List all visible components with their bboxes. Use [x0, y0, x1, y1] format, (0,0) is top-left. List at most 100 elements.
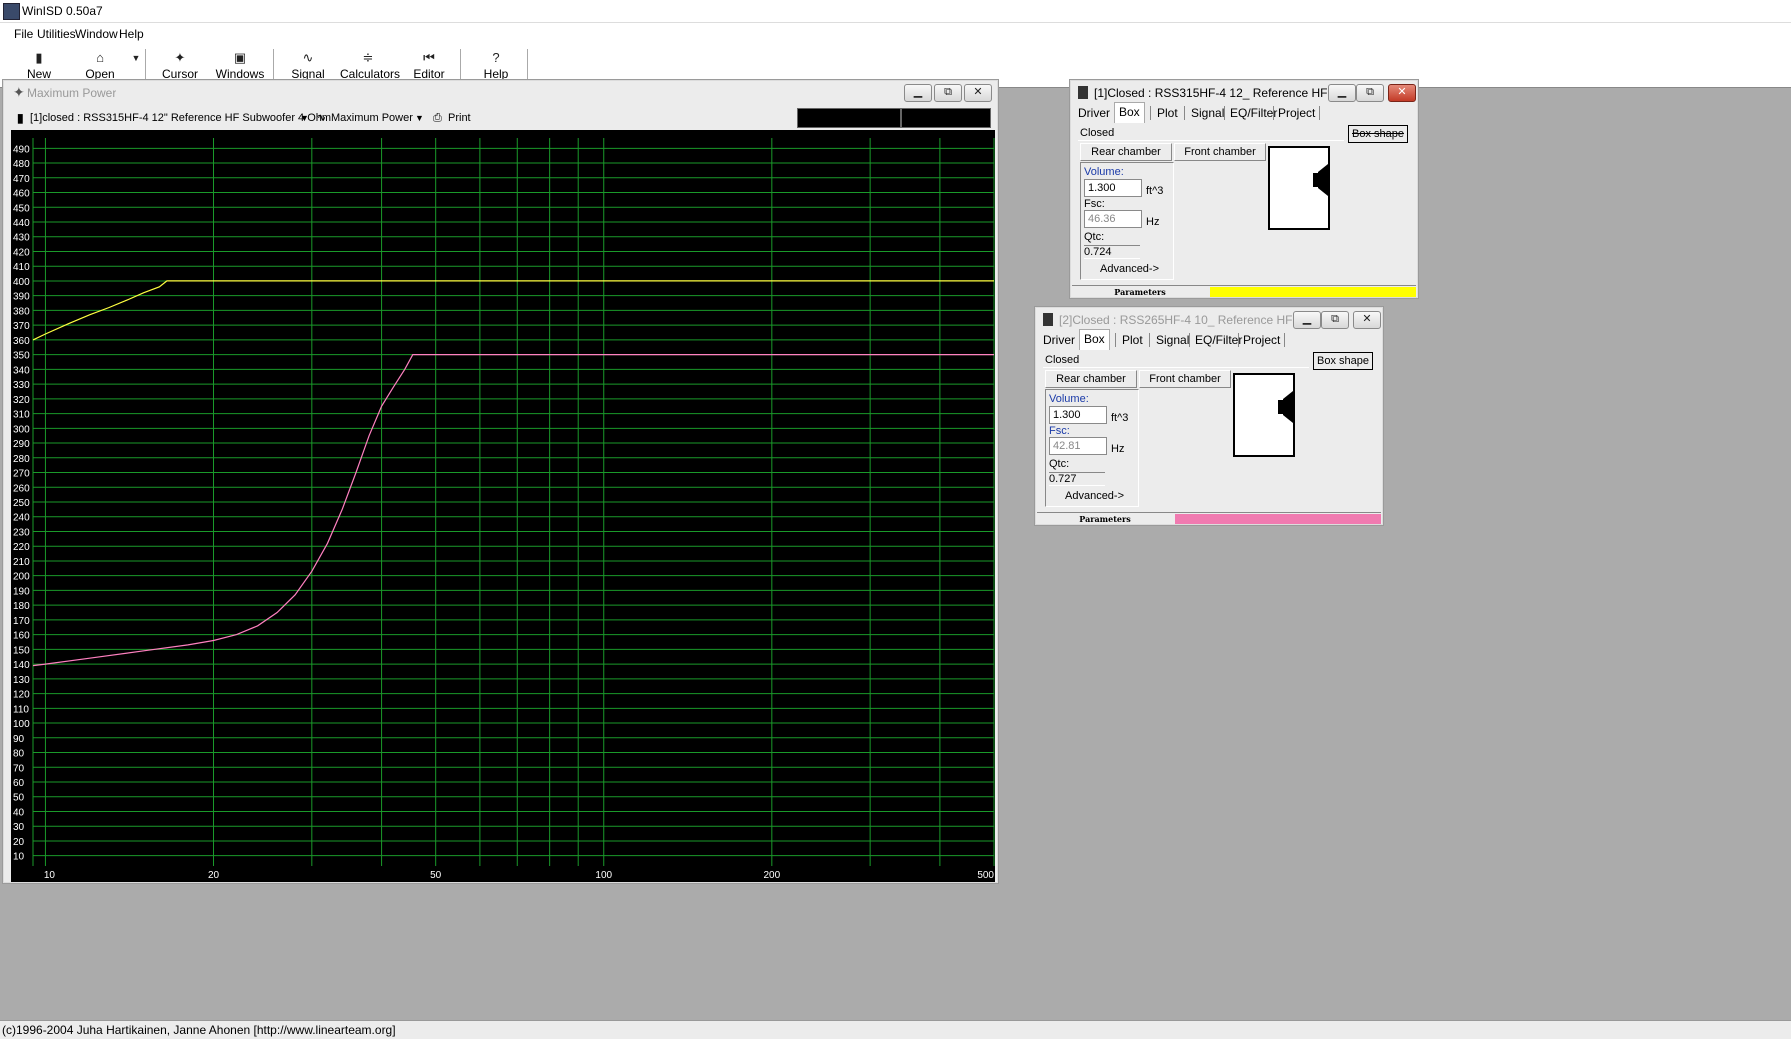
tab-box[interactable]: Box [1079, 329, 1110, 350]
box-type-label: Closed [1043, 353, 1309, 368]
box-window-1-title: [1]Closed : RSS315HF-4 12_ Reference HF … [1094, 86, 1330, 100]
minimize-button[interactable]: ▁ [904, 84, 932, 102]
y-tick-label: 240 [13, 513, 30, 524]
x-tick-label: 20 [208, 870, 220, 881]
project-color-bar [1175, 514, 1381, 524]
fsc-field: 46.36 [1084, 210, 1142, 228]
tab-project[interactable]: Project [1274, 104, 1319, 122]
tab-separator [1224, 106, 1225, 120]
y-tick-label: 120 [13, 690, 30, 701]
y-tick-label: 400 [13, 277, 30, 288]
tab-signal[interactable]: Signal [1152, 331, 1193, 349]
tab-plot[interactable]: Plot [1153, 104, 1182, 122]
tab-project[interactable]: Project [1239, 331, 1284, 349]
cursor-readout-y [901, 108, 991, 128]
window-status-bar: Parameters [1072, 285, 1416, 298]
rear-chamber-button[interactable]: Rear chamber [1080, 143, 1172, 161]
chevron-down-icon[interactable]: ▼ [300, 108, 309, 128]
tab-plot[interactable]: Plot [1118, 331, 1147, 349]
fsc-unit: Hz [1146, 216, 1160, 228]
y-tick-label: 220 [13, 542, 30, 553]
tab-driver[interactable]: Driver [1039, 331, 1079, 349]
volume-input[interactable]: 1.300 [1084, 179, 1142, 197]
menu-bar: File Utilities Window Help [0, 23, 1791, 45]
qtc-label: Qtc: [1084, 231, 1105, 243]
y-tick-label: 380 [13, 306, 30, 317]
y-tick-label: 290 [13, 439, 30, 450]
tab-signal[interactable]: Signal [1187, 104, 1228, 122]
tab-separator [1189, 333, 1190, 347]
fsc-unit: Hz [1111, 443, 1125, 455]
advanced-button[interactable]: Advanced-> [1100, 263, 1159, 275]
y-tick-label: 480 [13, 159, 30, 170]
y-tick-label: 460 [13, 189, 30, 200]
y-tick-label: 330 [13, 380, 30, 391]
front-chamber-button[interactable]: Front chamber [1174, 143, 1266, 161]
open-project-icon: ⌂ [96, 50, 104, 65]
print-button[interactable]: Print [448, 108, 471, 128]
y-tick-label: 150 [13, 645, 30, 656]
y-tick-label: 410 [13, 262, 30, 273]
project-icon [1078, 86, 1088, 99]
minimize-button[interactable]: ▁ [1293, 311, 1321, 329]
volume-label: Volume: [1049, 393, 1089, 405]
app-title-bar: WinISD 0.50a7 [0, 0, 1791, 23]
graph-type-select[interactable]: Maximum Power [331, 108, 413, 128]
box-diagram [1268, 146, 1330, 230]
new-project-icon: ▮ [35, 50, 43, 65]
y-tick-label: 190 [13, 586, 30, 597]
menu-file[interactable]: File [14, 27, 33, 41]
toolbar-separator [460, 49, 462, 83]
y-tick-label: 470 [13, 174, 30, 185]
parameters-status: Parameters [1114, 287, 1166, 297]
project-color-bar [1210, 287, 1416, 297]
tab-separator [1284, 333, 1285, 347]
restore-button[interactable]: ⧉ [934, 84, 962, 102]
project-select[interactable]: [1]closed : RSS315HF-4 12" Reference HF … [30, 108, 331, 128]
close-button[interactable]: ✕ [964, 84, 992, 102]
volume-label: Volume: [1084, 166, 1124, 178]
tab-separator [1149, 333, 1150, 347]
menu-utilities[interactable]: Utilities [37, 27, 76, 41]
y-tick-label: 490 [13, 144, 30, 155]
y-tick-label: 280 [13, 454, 30, 465]
chevron-down-icon: ▼ [131, 53, 141, 63]
y-tick-label: 390 [13, 292, 30, 303]
menu-help[interactable]: Help [119, 27, 144, 41]
y-tick-label: 70 [13, 763, 25, 774]
close-button[interactable]: ✕ [1388, 84, 1416, 102]
tab-separator [1319, 106, 1320, 120]
close-button[interactable]: ✕ [1353, 311, 1381, 329]
series-line-2 [32, 354, 994, 667]
app-status-bar: (c)1996-2004 Juha Hartikainen, Janne Aho… [0, 1020, 1791, 1039]
tab-driver[interactable]: Driver [1074, 104, 1114, 122]
help-icon: ? [492, 50, 500, 65]
y-tick-label: 440 [13, 218, 30, 229]
y-tick-label: 360 [13, 336, 30, 347]
x-tick-label: 50 [430, 870, 442, 881]
tab-separator [1150, 106, 1151, 120]
y-tick-label: 210 [13, 557, 30, 568]
y-tick-label: 260 [13, 483, 30, 494]
chevron-down-icon[interactable]: ▼ [415, 108, 424, 128]
restore-button[interactable]: ⧉ [1321, 311, 1349, 329]
graph-toolbar: ▮ [1]closed : RSS315HF-4 12" Reference H… [9, 108, 992, 128]
maximum-power-chart[interactable]: 10 20 30 40 50 60 70 80 90 100 110 120 130 140 150 160 1… [11, 130, 995, 882]
menu-window[interactable]: Window [75, 27, 118, 41]
box-shape-button[interactable]: Box shape [1348, 125, 1408, 143]
y-tick-label: 10 [13, 852, 25, 863]
fsc-field: 42.81 [1049, 437, 1107, 455]
advanced-button[interactable]: Advanced-> [1065, 490, 1124, 502]
y-tick-label: 180 [13, 601, 30, 612]
graph-window-icon: ✦ [13, 84, 25, 100]
tab-box[interactable]: Box [1114, 102, 1145, 123]
rear-chamber-button[interactable]: Rear chamber [1045, 370, 1137, 388]
x-tick-label: 100 [595, 870, 612, 881]
qtc-value: 0.727 [1049, 472, 1105, 486]
box-shape-button[interactable]: Box shape [1313, 352, 1373, 370]
project-icon: ▮ [17, 111, 24, 125]
volume-input[interactable]: 1.300 [1049, 406, 1107, 424]
restore-button[interactable]: ⧉ [1356, 84, 1384, 102]
front-chamber-button[interactable]: Front chamber [1139, 370, 1231, 388]
minimize-button[interactable]: ▁ [1328, 84, 1356, 102]
